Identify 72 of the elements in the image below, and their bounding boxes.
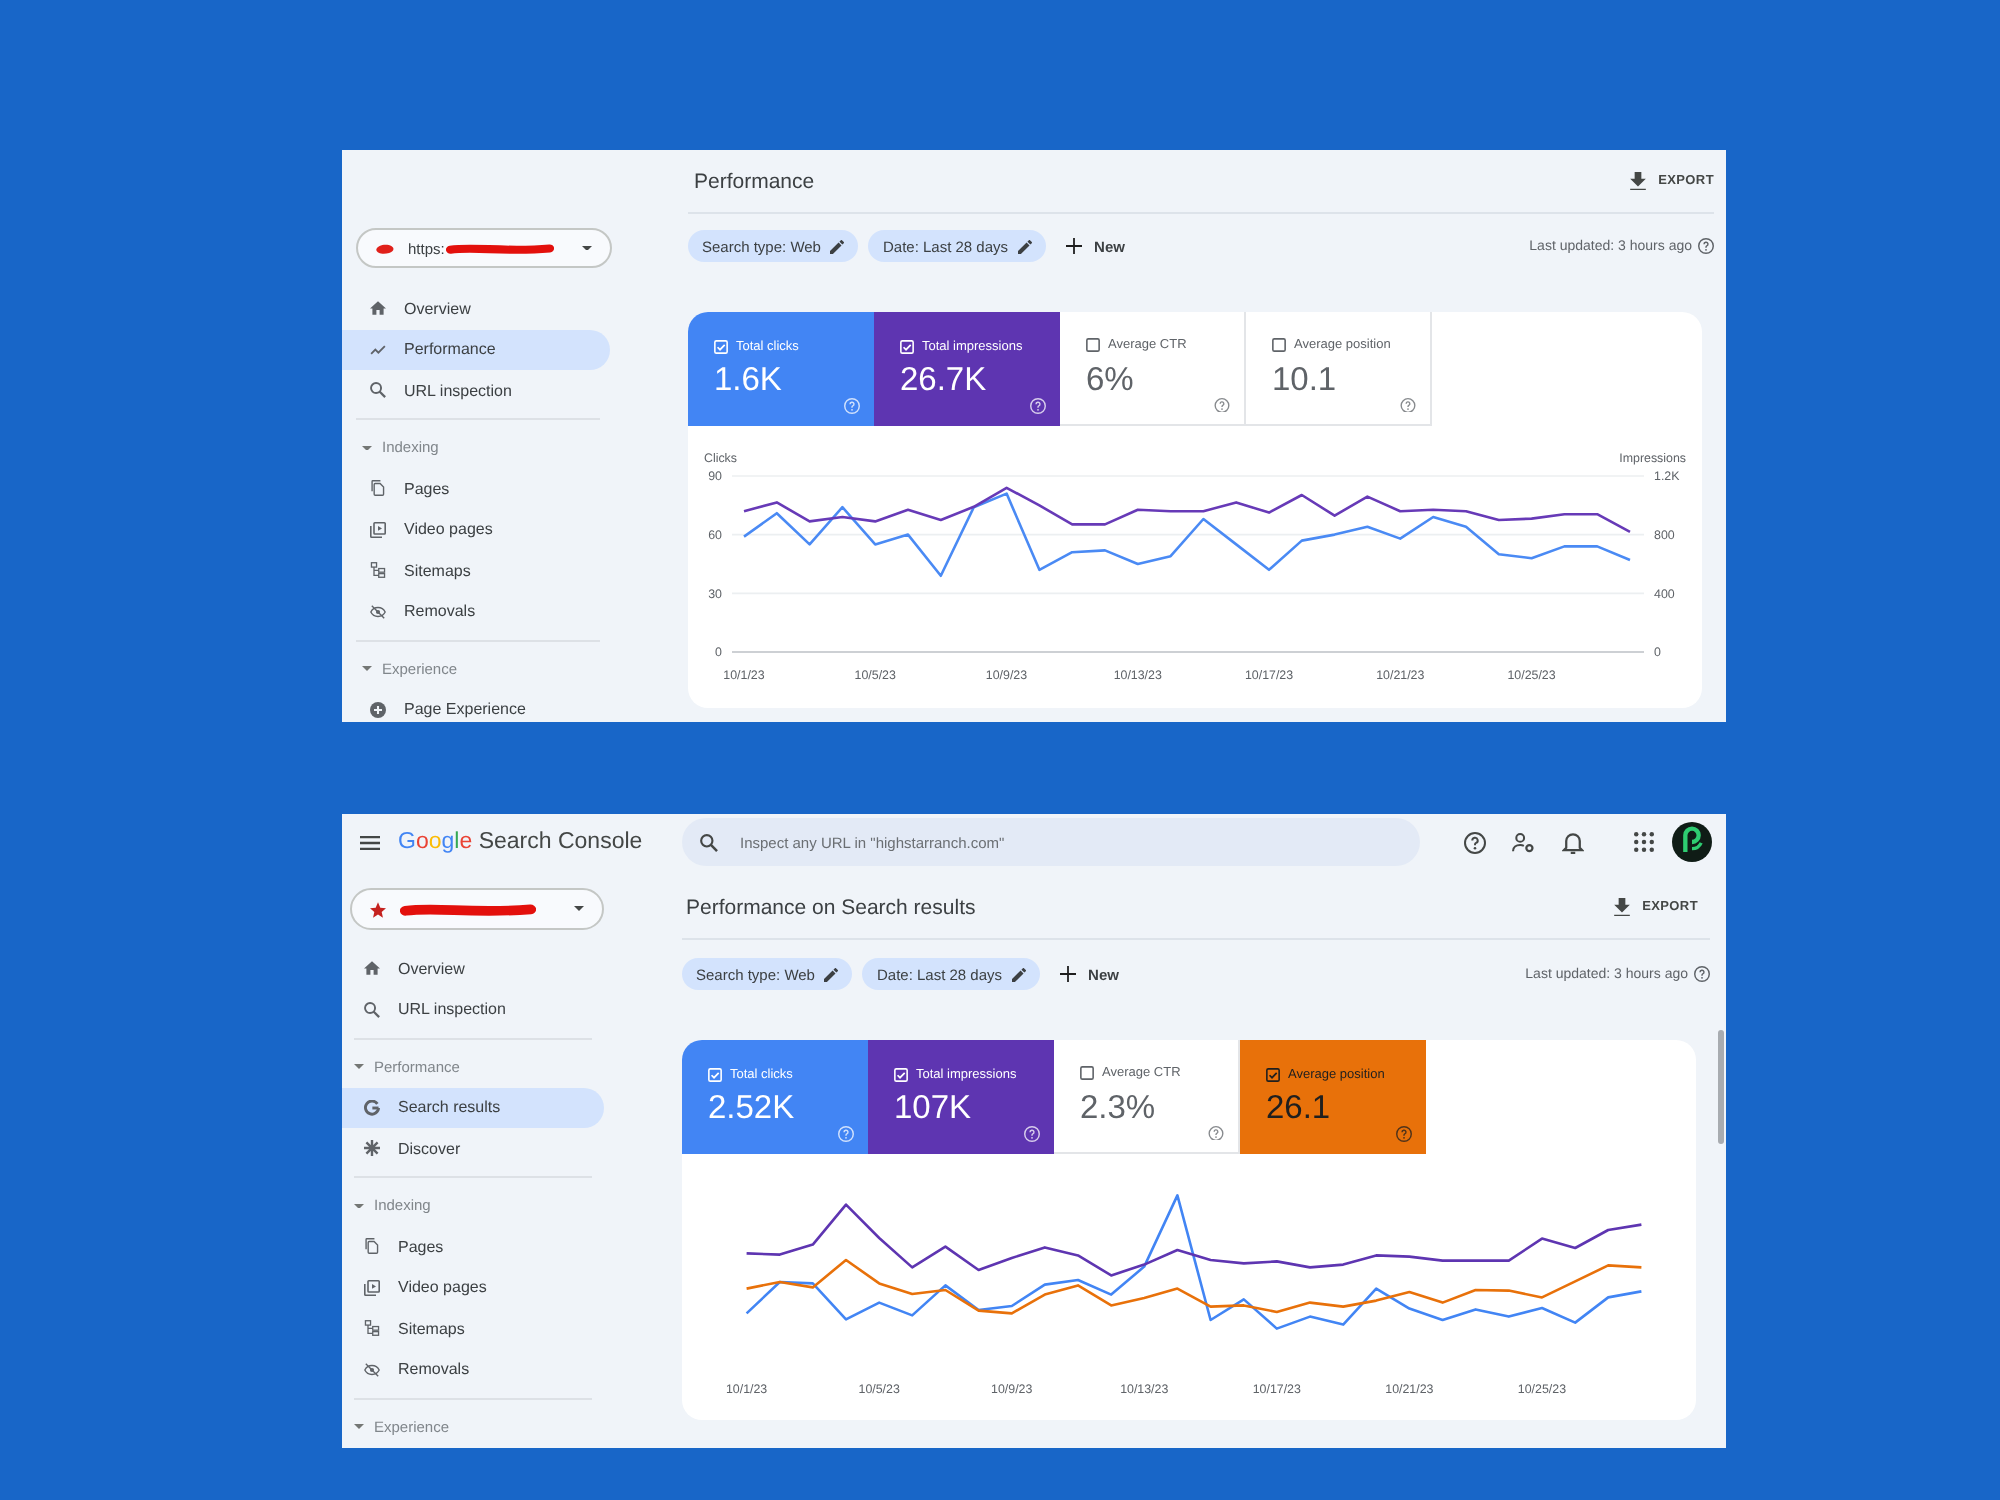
metric-value: 10.1 (1272, 361, 1339, 397)
star-icon (370, 901, 386, 917)
metric-value: 26.7K (900, 362, 989, 398)
checkbox[interactable] (1272, 338, 1286, 353)
nav-item[interactable]: Page Experience (342, 689, 610, 722)
caret-icon (574, 906, 584, 912)
asterisk-icon (364, 1140, 380, 1157)
metric-value: 6% (1086, 361, 1136, 397)
scrollbar-thumb[interactable] (1718, 1030, 1724, 1144)
search-icon (364, 1001, 380, 1018)
pages-icon (370, 480, 386, 497)
person-gear-icon[interactable] (1512, 831, 1534, 853)
page-title: Performance on Search results (686, 895, 976, 919)
property-selector[interactable] (350, 888, 604, 930)
pencil-icon (830, 239, 845, 253)
app-logo[interactable]: Google Search Console (398, 830, 643, 854)
plus-icon (1060, 966, 1077, 982)
pencil-icon (824, 967, 839, 981)
video-page-icon (364, 1279, 380, 1296)
plus-icon (1066, 238, 1083, 254)
eye-slash-icon (370, 603, 386, 620)
help-icon[interactable] (1464, 831, 1486, 853)
metric-value: 1.6K (714, 362, 784, 398)
nav-item[interactable]: Removals (342, 591, 610, 632)
metric-value: 26.1 (1266, 1090, 1333, 1126)
nav-item[interactable]: Overview (342, 288, 610, 329)
metric-value: 2.3% (1080, 1089, 1158, 1125)
eye-slash-icon (364, 1361, 380, 1378)
checkbox[interactable] (1266, 1067, 1280, 1081)
help-icon[interactable] (1694, 966, 1710, 982)
nav-item[interactable]: Video pages (342, 509, 610, 550)
help-icon[interactable] (1698, 238, 1714, 254)
checkbox[interactable] (1086, 338, 1100, 353)
nav-item[interactable]: Sitemaps (342, 550, 610, 591)
nav-item[interactable]: Pages (342, 1226, 604, 1267)
sitemap-icon (364, 1320, 380, 1337)
caret-icon (582, 245, 592, 251)
pencil-icon (1012, 967, 1027, 981)
nav-item[interactable]: Search results (342, 1087, 604, 1128)
pages-icon (364, 1238, 380, 1255)
avatar-icon[interactable] (1672, 822, 1712, 862)
menu-icon[interactable] (360, 835, 380, 849)
nav-item[interactable]: URL inspection (342, 989, 604, 1030)
nav-item[interactable]: Video pages (342, 1267, 604, 1308)
nav-item[interactable]: Performance (342, 329, 610, 370)
redaction-mark (446, 243, 555, 253)
page-title: Performance (694, 169, 815, 193)
search-icon (700, 833, 718, 851)
nav-item[interactable]: Sitemaps (342, 1308, 604, 1349)
redaction-mark (400, 903, 536, 915)
metric-value: 2.52K (708, 1090, 797, 1126)
apps-grid-icon[interactable] (1634, 832, 1654, 852)
g-icon (364, 1099, 380, 1116)
nav-item[interactable]: Overview (342, 948, 604, 989)
home-icon (370, 300, 386, 317)
nav-item[interactable]: Discover (342, 1128, 604, 1169)
search-icon (370, 382, 386, 399)
pencil-icon (1018, 239, 1033, 253)
nav-item[interactable]: URL inspection (342, 370, 610, 411)
favicon-icon (376, 243, 394, 253)
sitemap-icon (370, 562, 386, 579)
metric-value: 107K (894, 1090, 974, 1126)
download-icon (1614, 897, 1631, 917)
trend-line-icon (370, 341, 386, 358)
download-icon (1630, 171, 1647, 191)
help-icon[interactable] (1396, 1126, 1412, 1142)
nav-item[interactable]: Removals (342, 1349, 604, 1390)
home-icon (364, 960, 380, 977)
checkbox[interactable] (1080, 1066, 1094, 1081)
bell-icon[interactable] (1562, 831, 1584, 853)
nav-item[interactable]: Pages (342, 468, 610, 509)
video-page-icon (370, 521, 386, 538)
